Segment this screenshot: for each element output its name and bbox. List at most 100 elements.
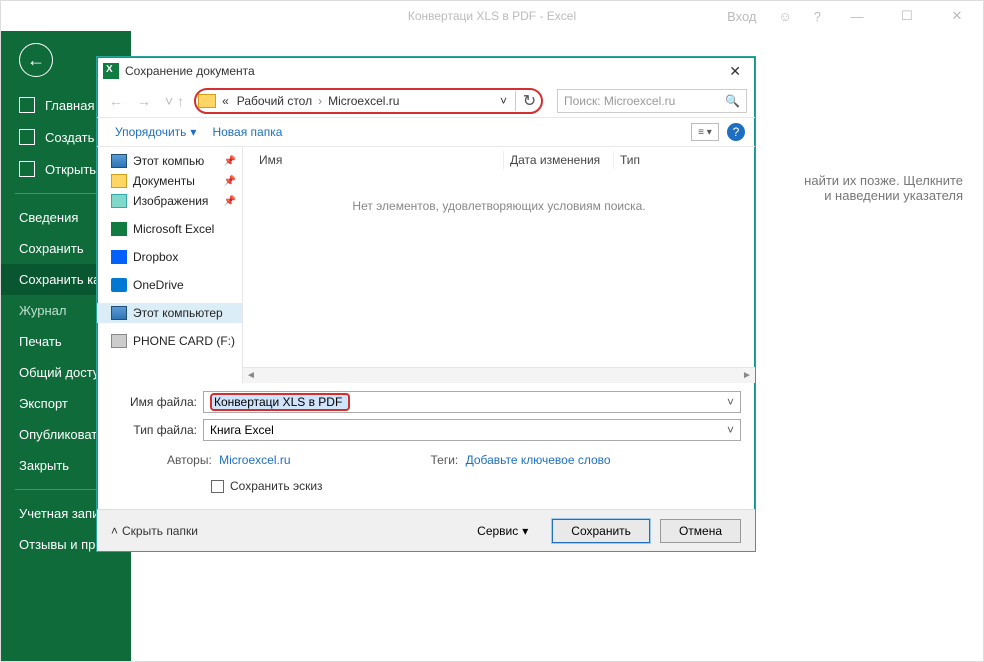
folder-icon [198,94,216,108]
tree-item[interactable]: Изображения 📌 [97,191,242,211]
drive-icon [111,334,127,348]
login-link[interactable]: Вход [721,9,762,24]
search-placeholder: Поиск: Microexcel.ru [564,94,675,108]
tags-value[interactable]: Добавьте ключевое слово [466,453,611,467]
tree-label: Microsoft Excel [133,222,214,236]
pin-icon: 📌 [224,196,236,207]
address-bar[interactable]: « Рабочий стол › Microexcel.ru ˅ ↻ [194,88,543,114]
excel-icon [111,222,127,236]
save-button[interactable]: Сохранить [552,519,650,543]
chevron-down-icon[interactable]: ˅ [727,423,734,437]
dialog-titlebar: Сохранение документа ✕ [97,57,755,85]
dialog-title: Сохранение документа [125,64,255,78]
tree-label: Изображения [133,194,208,208]
tree-label: Dropbox [133,250,178,264]
dialog-nav: ← → ˅ ↑ « Рабочий стол › Microexcel.ru ˅… [97,85,755,117]
minimize-button[interactable]: — [837,9,877,24]
back-arrow-button[interactable]: ← [19,43,53,77]
save-dialog: Сохранение документа ✕ ← → ˅ ↑ « Рабочий… [96,56,756,552]
dialog-toolbar: Упорядочить ▾ Новая папка ≡ ▾ ? [97,117,755,147]
pin-icon: 📌 [224,176,236,187]
nav-back-button[interactable]: ← [105,93,127,109]
organize-button[interactable]: Упорядочить ▾ [107,122,204,142]
search-icon: 🔍 [725,94,740,108]
meta-row: Авторы: Microexcel.ru Теги: Добавьте клю… [111,447,741,473]
tree-item[interactable]: Dropbox [97,247,242,267]
pin-icon: 📌 [224,156,236,167]
new-icon [19,129,35,145]
filetype-label: Тип файла: [111,423,203,437]
sidebar-label: Экспорт [19,396,68,411]
sidebar-label: Сохранить [19,241,84,256]
hide-folders-button[interactable]: ˄Скрыть папки [111,524,198,538]
horizontal-scrollbar[interactable]: ◄► [243,367,755,383]
file-list-header: Имя Дата изменения Тип [243,147,755,173]
breadcrumb-b[interactable]: Microexcel.ru [326,94,401,108]
help-icon[interactable]: ? [808,9,827,24]
sidebar-label: Закрыть [19,458,69,473]
col-name[interactable]: Имя [253,151,503,169]
close-button[interactable]: ✕ [937,8,977,24]
sidebar-label: Сведения [19,210,78,225]
sidebar-label: Открыть [45,162,96,177]
tree-item[interactable]: PHONE CARD (F:) [97,331,242,351]
tree-label: PHONE CARD (F:) [133,334,235,348]
filetype-field[interactable]: Книга Excel ˅ [203,419,741,441]
newfolder-button[interactable]: Новая папка [204,122,290,142]
scroll-right-icon[interactable]: ► [739,370,755,381]
tree-item-selected[interactable]: Этот компьютер [97,303,242,323]
excel-icon [103,63,119,79]
tree-label: Документы [133,174,195,188]
authors-value[interactable]: Microexcel.ru [219,453,290,467]
pictures-icon [111,194,127,208]
maximize-button[interactable]: ☐ [887,8,927,24]
sidebar-label: Журнал [19,303,66,318]
onedrive-icon [111,278,127,292]
cancel-button[interactable]: Отмена [660,519,741,543]
dialog-form: Имя файла: Конвертаци XLS в PDF ˅ Тип фа… [97,383,755,499]
refresh-button[interactable]: ↻ [515,91,537,111]
tree-item[interactable]: Документы 📌 [97,171,242,191]
breadcrumb-a[interactable]: Рабочий стол [235,94,314,108]
app-title: Конвертаци XLS в PDF - Excel [408,9,576,23]
nav-up-button[interactable]: ˅ ↑ [161,93,188,109]
sidebar-label: Опубликовать [19,427,104,442]
monitor-icon [111,154,127,168]
sidebar-label: Главная [45,98,94,113]
tree-item[interactable]: OneDrive [97,275,242,295]
dialog-close-button[interactable]: ✕ [721,61,749,82]
dropbox-icon [111,250,127,264]
tree-item[interactable]: Microsoft Excel [97,219,242,239]
tags-label: Теги: [431,453,459,467]
filename-label: Имя файла: [111,395,203,409]
monitor-icon [111,306,127,320]
chevron-icon: › [318,94,322,108]
breadcrumb-dropdown[interactable]: ˅ [500,94,507,108]
face-icon[interactable]: ☺ [772,9,797,24]
search-input[interactable]: Поиск: Microexcel.ru 🔍 [557,89,747,113]
col-date[interactable]: Дата изменения [503,151,613,169]
thumbnail-checkbox[interactable] [211,480,224,493]
filename-field[interactable]: Конвертаци XLS в PDF ˅ [203,391,741,413]
service-button[interactable]: Сервис ▾ [477,524,528,538]
folder-tree: Этот компью📌 Документы 📌 Изображения 📌 Mic… [97,147,243,383]
view-options-button[interactable]: ≡ ▾ [691,123,719,141]
scroll-left-icon[interactable]: ◄ [243,370,259,381]
col-type[interactable]: Тип [613,151,693,169]
thumbnail-label: Сохранить эскиз [230,479,323,493]
titlebar-controls: Вход ☺ ? — ☐ ✕ [721,8,977,24]
nav-fwd-button[interactable]: → [133,93,155,109]
chevron-down-icon: ▾ [190,125,196,139]
filetype-value: Книга Excel [210,423,274,437]
empty-message: Нет элементов, удовлетворяющих условиям … [243,173,755,367]
thumbnail-row: Сохранить эскиз [111,473,741,499]
tree-item[interactable]: Этот компью📌 [97,151,242,171]
sidebar-label: Сохранить как [19,272,106,287]
sidebar-label: Создать [45,130,94,145]
help-button[interactable]: ? [727,123,745,141]
home-icon [19,97,35,113]
chevron-down-icon[interactable]: ˅ [727,395,734,409]
dialog-footer: ˄Скрыть папки Сервис ▾ Сохранить Отмена [97,509,755,551]
open-icon [19,161,35,177]
sidebar-label: Общий доступ [19,365,106,380]
